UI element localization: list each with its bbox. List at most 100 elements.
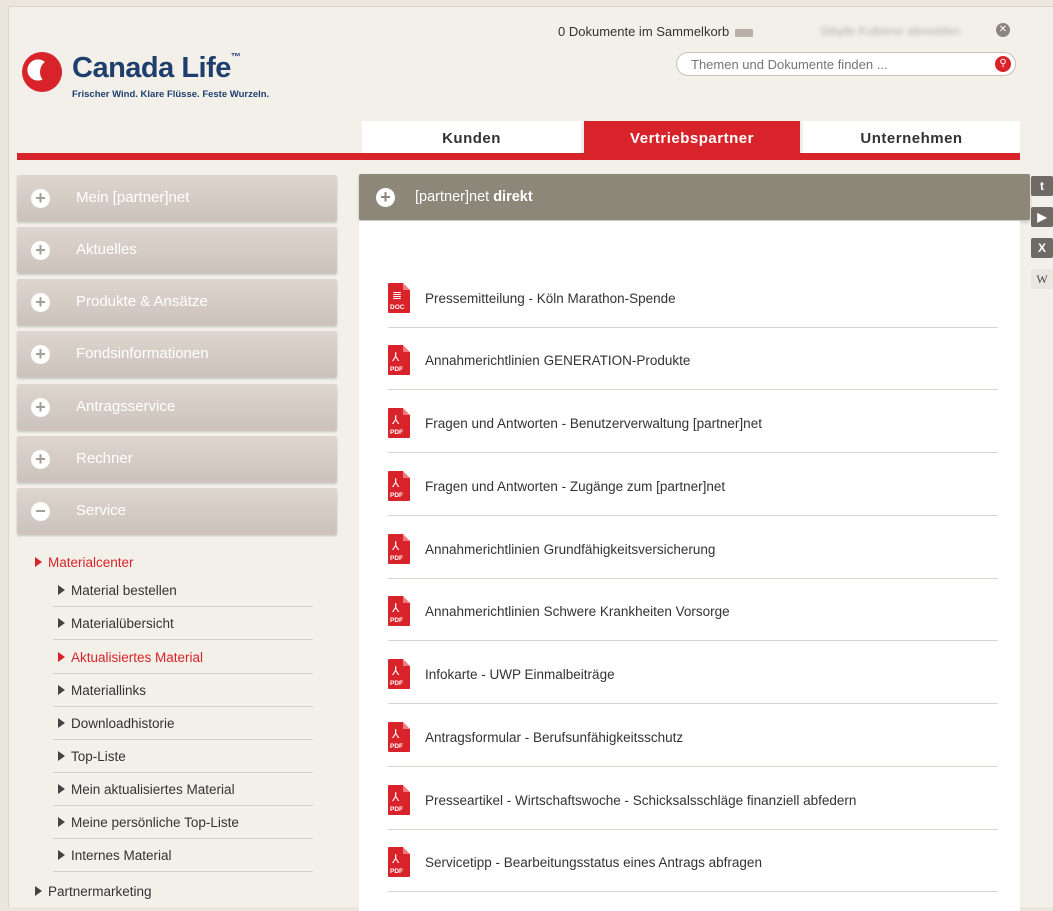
cart-count-text: 0 Dokumente im Sammelkorb — [558, 24, 730, 39]
sidebar-item-label: Top-Liste — [71, 749, 126, 764]
divider — [388, 515, 998, 516]
divider — [53, 772, 313, 773]
document-link[interactable]: Infokarte - UWP Einmalbeiträge — [425, 667, 615, 682]
tab-kunden[interactable]: Kunden — [362, 121, 581, 155]
sidebar-section-fondsinformationen[interactable]: + Fondsinformationen — [17, 331, 337, 377]
divider — [388, 578, 998, 579]
document-link[interactable]: Fragen und Antworten - Benutzerverwaltun… — [425, 416, 762, 431]
tab-unternehmen[interactable]: Unternehmen — [803, 121, 1020, 155]
document-link[interactable]: Presseartikel - Wirtschaftswoche - Schic… — [425, 793, 856, 808]
divider — [53, 805, 313, 806]
triangle-right-icon — [58, 850, 65, 861]
document-item[interactable]: ⅄ PDF Annahmerichtlinien Schwere Krankhei… — [388, 596, 998, 658]
sidebar-item-downloadhistorie[interactable]: Downloadhistorie — [58, 716, 175, 731]
trademark: ™ — [230, 52, 241, 63]
divider — [53, 639, 313, 640]
document-item[interactable]: ⅄ PDF Infokarte - UWP Einmalbeiträge — [388, 659, 998, 721]
tab-vertriebspartner[interactable]: Vertriebspartner — [584, 121, 800, 155]
plus-icon: + — [31, 345, 50, 364]
xing-icon[interactable]: X — [1031, 238, 1053, 258]
sidebar-item-label: Internes Material — [71, 848, 172, 863]
brand-name: Canada Life™ — [72, 52, 241, 84]
sidebar-section-produkte[interactable]: + Produkte & Ansätze — [17, 279, 337, 325]
pdf-file-icon: ⅄ PDF — [388, 785, 410, 815]
sidebar-item-material-bestellen[interactable]: Material bestellen — [58, 583, 177, 598]
triangle-right-icon — [58, 784, 65, 795]
close-circle-icon[interactable]: ✕ — [996, 23, 1010, 37]
divider — [388, 640, 998, 641]
sidebar-item-label: Materialübersicht — [71, 616, 174, 631]
sidebar-item-aktualisiertes-material[interactable]: Aktualisiertes Material — [58, 650, 203, 665]
panel-header[interactable]: + [partner]net direkt — [359, 174, 1030, 220]
triangle-right-icon — [58, 817, 65, 828]
sidebar-item-label: Meine persönliche Top-Liste — [71, 815, 239, 830]
search-box: ⚲ — [676, 52, 1016, 76]
search-input[interactable] — [689, 56, 973, 73]
sidebar-item-mein-aktualisiertes-material[interactable]: Mein aktualisiertes Material — [58, 782, 235, 797]
sidebar-item-label: Materiallinks — [71, 683, 147, 698]
plus-icon: + — [31, 189, 50, 208]
nav-divider-bar — [17, 153, 1020, 160]
divider — [388, 452, 998, 453]
triangle-right-icon — [58, 652, 65, 663]
search-icon[interactable]: ⚲ — [995, 56, 1011, 72]
triangle-right-icon — [58, 618, 65, 629]
divider — [53, 871, 313, 872]
pdf-file-icon: ⅄ PDF — [388, 408, 410, 438]
sidebar-item-internes-material[interactable]: Internes Material — [58, 848, 172, 863]
sidebar-section-label: Produkte & Ansätze — [76, 293, 208, 310]
triangle-right-icon — [35, 557, 42, 568]
sidebar-section-label: Fondsinformationen — [76, 345, 209, 362]
document-item[interactable]: ⅄ PDF Annahmerichtlinien Grundfähigkeitsv… — [388, 534, 998, 596]
document-cart-link[interactable]: 0 Dokumente im Sammelkorb — [558, 24, 754, 39]
wikipedia-icon[interactable]: W — [1031, 269, 1053, 289]
sidebar-section-rechner[interactable]: + Rechner — [17, 436, 337, 482]
pdf-file-icon: ⅄ PDF — [388, 722, 410, 752]
plus-icon: + — [31, 293, 50, 312]
sidebar-item-materiallinks[interactable]: Materiallinks — [58, 683, 146, 698]
document-link[interactable]: Annahmerichtlinien GENERATION-Produkte — [425, 353, 690, 368]
divider — [53, 706, 313, 707]
logo-emblem-icon — [22, 52, 62, 92]
divider — [388, 703, 998, 704]
document-item[interactable]: ⅄ PDF Fragen und Antworten - Benutzerverw… — [388, 408, 998, 470]
sidebar-section-mein-partnernet[interactable]: + Mein [partner]net — [17, 175, 337, 221]
divider — [388, 389, 998, 390]
divider — [388, 891, 998, 892]
document-item[interactable]: ≣ DOC Pressemitteilung - Köln Marathon-Sp… — [388, 283, 998, 345]
sidebar-item-persoenliche-top-liste[interactable]: Meine persönliche Top-Liste — [58, 815, 239, 830]
youtube-icon[interactable]: ▶ — [1031, 207, 1053, 227]
document-link[interactable]: Annahmerichtlinien Grundfähigkeitsversic… — [425, 542, 715, 557]
document-link[interactable]: Servicetipp - Bearbeitungsstatus eines A… — [425, 855, 762, 870]
pdf-file-icon: ⅄ PDF — [388, 596, 410, 626]
sidebar-section-service[interactable]: − Service — [17, 488, 337, 534]
sidebar-section-label: Aktuelles — [76, 241, 137, 258]
document-link[interactable]: Fragen und Antworten - Zugänge zum [part… — [425, 479, 725, 494]
document-link[interactable]: Antragsformular - Berufsunfähigkeitsschu… — [425, 730, 683, 745]
document-item[interactable]: ⅄ PDF Antragsformular - Berufsunfähigkeit… — [388, 722, 998, 784]
sidebar-section-label: Service — [76, 502, 127, 519]
triangle-right-icon — [58, 585, 65, 596]
divider — [53, 838, 313, 839]
sidebar-section-aktuelles[interactable]: + Aktuelles — [17, 227, 337, 273]
sidebar-item-top-liste[interactable]: Top-Liste — [58, 749, 126, 764]
triangle-right-icon — [58, 718, 65, 729]
document-item[interactable]: ⅄ PDF Fragen und Antworten - Zugänge zum … — [388, 471, 998, 533]
document-item[interactable]: ⅄ PDF Servicetipp - Bearbeitungsstatus ei… — [388, 847, 998, 909]
document-item[interactable]: ⅄ PDF Presseartikel - Wirtschaftswoche - … — [388, 785, 998, 847]
document-link[interactable]: Annahmerichtlinien Schwere Krankheiten V… — [425, 604, 730, 619]
sidebar-section-antragsservice[interactable]: + Antragsservice — [17, 384, 337, 430]
triangle-right-icon — [35, 886, 42, 897]
document-item[interactable]: ⅄ PDF Annahmerichtlinien GENERATION-Produ… — [388, 345, 998, 407]
divider — [53, 739, 313, 740]
document-link[interactable]: Pressemitteilung - Köln Marathon-Spende — [425, 291, 676, 306]
sidebar-item-label: Materialcenter — [48, 555, 134, 570]
sidebar-item-materialcenter[interactable]: Materialcenter — [35, 555, 134, 570]
divider — [388, 766, 998, 767]
triangle-right-icon — [58, 685, 65, 696]
logout-link[interactable]: Sibylle Kulberer abmelden — [820, 24, 960, 38]
twitter-icon[interactable]: t — [1031, 176, 1053, 196]
sidebar-item-partnermarketing[interactable]: Partnermarketing — [35, 884, 152, 899]
sidebar-item-materialuebersicht[interactable]: Materialübersicht — [58, 616, 174, 631]
main-navigation: Kunden Vertriebspartner Unternehmen — [362, 121, 1020, 155]
